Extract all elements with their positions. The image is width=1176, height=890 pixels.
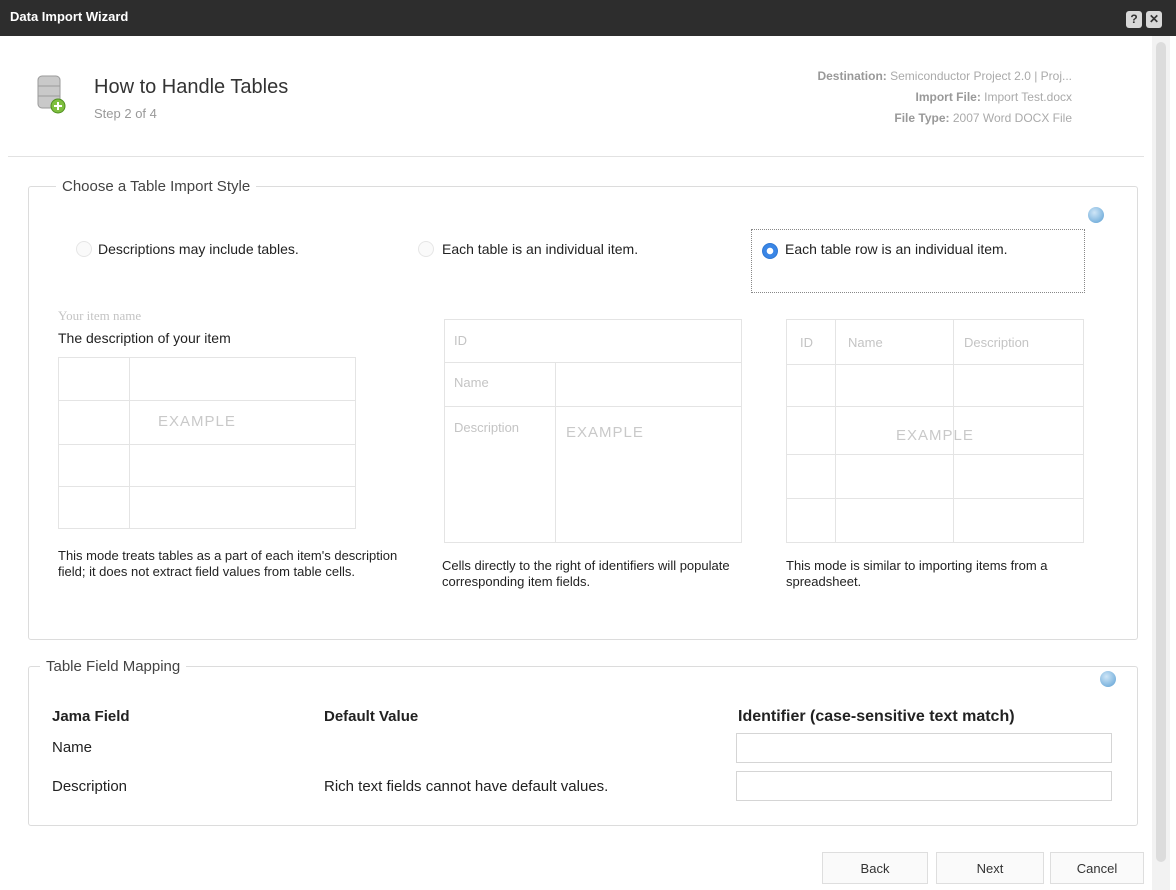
example3-description-header: Description — [964, 335, 1030, 350]
identifier-input-description[interactable] — [736, 771, 1112, 801]
example1-caption: This mode treats tables as a part of eac… — [58, 548, 398, 579]
window-titlebar: Data Import Wizard ? ✕ — [0, 0, 1176, 36]
example1-table — [58, 357, 356, 529]
cancel-button[interactable]: Cancel — [1050, 852, 1144, 884]
import-meta: Destination: Semiconductor Project 2.0 |… — [817, 66, 1072, 129]
example1-item-name: Your item name — [58, 308, 142, 323]
option-label-table-item[interactable]: Each table is an individual item. — [442, 241, 638, 257]
radio-table-row-individual-item[interactable] — [762, 243, 778, 259]
back-button[interactable]: Back — [822, 852, 928, 884]
info-icon[interactable] — [1100, 671, 1116, 687]
destination-value: Semiconductor Project 2.0 | Proj... — [890, 69, 1072, 83]
example3-caption: This mode is similar to importing items … — [786, 558, 1048, 589]
column-header-default-value: Default Value — [324, 708, 419, 725]
help-icon[interactable]: ? — [1126, 11, 1142, 28]
database-import-icon — [37, 75, 66, 114]
step-indicator: Step 2 of 4 — [94, 106, 157, 121]
example2-name-label: Name — [454, 375, 489, 390]
field-mapping-legend: Table Field Mapping — [40, 658, 187, 675]
example1-watermark: EXAMPLE — [158, 413, 236, 430]
option-label-table-row-item[interactable]: Each table row is an individual item. — [785, 241, 1008, 257]
step-title: How to Handle Tables — [94, 76, 289, 98]
example2-caption: Cells directly to the right of identifie… — [442, 558, 730, 589]
info-icon[interactable] — [1088, 207, 1104, 223]
scrollbar-thumb[interactable] — [1156, 42, 1166, 862]
mapping-row-default-description: Rich text fields cannot have default val… — [324, 778, 609, 795]
vertical-scrollbar[interactable] — [1152, 36, 1170, 890]
next-button[interactable]: Next — [936, 852, 1044, 884]
example3-id-header: ID — [800, 335, 813, 350]
column-header-identifier: Identifier (case-sensitive text match) — [738, 708, 1015, 725]
destination-label: Destination: — [817, 69, 887, 83]
example1-item-desc: The description of your item — [58, 330, 231, 346]
example3-watermark: EXAMPLE — [896, 427, 974, 444]
file-type-label: File Type: — [894, 111, 950, 125]
mapping-row-field-description: Description — [52, 778, 128, 795]
column-header-jama-field: Jama Field — [52, 708, 130, 725]
example2-id-label: ID — [454, 333, 467, 348]
example2-watermark: EXAMPLE — [566, 424, 644, 441]
import-file-value: Import Test.docx — [984, 90, 1072, 104]
import-style-legend: Choose a Table Import Style — [56, 178, 257, 195]
selected-option-frame — [751, 229, 1085, 293]
mapping-row-field-name: Name — [52, 739, 93, 756]
close-icon[interactable]: ✕ — [1146, 11, 1162, 28]
radio-table-individual-item[interactable] — [418, 241, 434, 257]
identifier-input-name[interactable] — [736, 733, 1112, 763]
window-title: Data Import Wizard — [10, 9, 129, 24]
radio-descriptions-include-tables[interactable] — [76, 241, 92, 257]
option-label-descriptions[interactable]: Descriptions may include tables. — [98, 241, 299, 257]
import-file-label: Import File: — [915, 90, 981, 104]
example3-name-header: Name — [848, 335, 883, 350]
wizard-header: How to Handle Tables Step 2 of 4 Destina… — [8, 36, 1144, 157]
file-type-value: 2007 Word DOCX File — [952, 111, 1072, 125]
example2-description-label: Description — [454, 420, 520, 435]
